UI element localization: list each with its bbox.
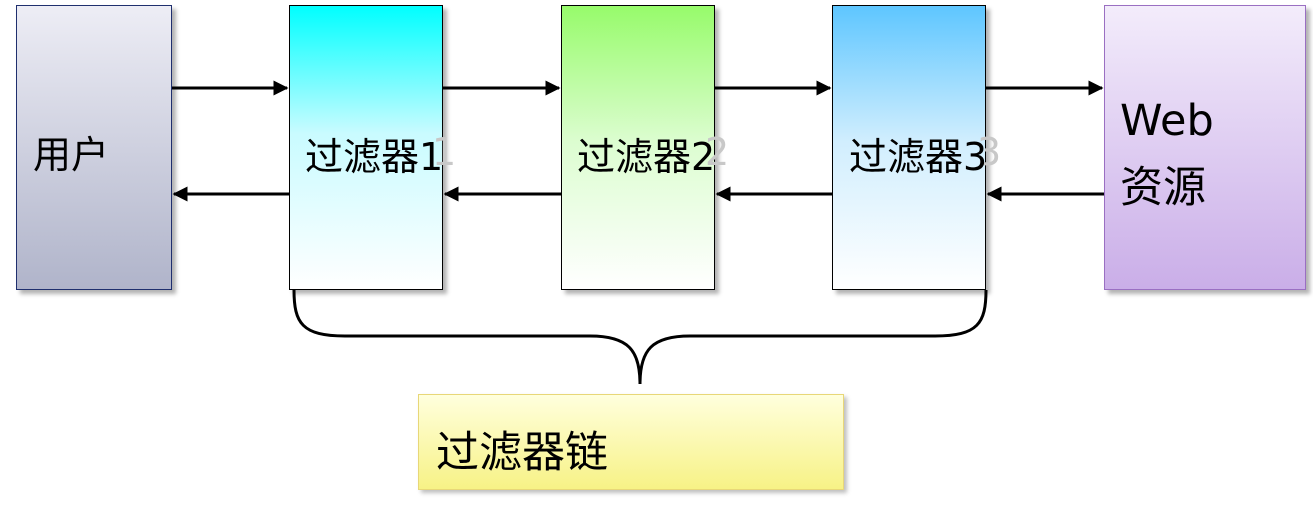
web-label-line2: 资源: [1120, 163, 1206, 213]
web-label-line1: Web: [1120, 96, 1214, 146]
connector-layer: [172, 80, 1104, 385]
filter2-label: 过滤器2: [577, 135, 716, 179]
filter-chain-label: 过滤器链: [436, 428, 608, 478]
chain-brace: [292, 289, 988, 385]
filter1-label: 过滤器1: [305, 135, 444, 179]
filter3-label: 过滤器3: [849, 135, 988, 179]
user-label: 用户: [33, 133, 110, 177]
